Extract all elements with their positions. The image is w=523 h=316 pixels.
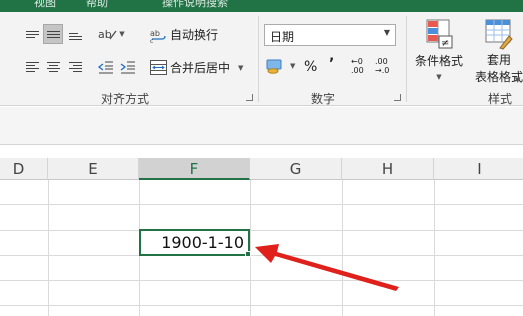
decrease-decimal-bottom: →.0 <box>375 66 390 75</box>
svg-text:ab: ab <box>98 28 112 41</box>
svg-text:c: c <box>150 38 153 43</box>
menu-tab-view[interactable]: 视图 <box>34 0 56 10</box>
percent-style-button[interactable]: % <box>304 59 317 75</box>
align-top-icon <box>25 29 39 40</box>
number-format-dropdown[interactable]: 日期 ▼ <box>264 24 396 46</box>
align-middle-icon <box>46 29 60 40</box>
orientation-button[interactable]: ab ▼ <box>96 24 126 44</box>
increase-decimal-bottom: .00 <box>351 66 364 75</box>
column-gridline <box>434 180 435 316</box>
column-gridline <box>250 180 251 316</box>
decrease-indent-button[interactable] <box>96 57 116 77</box>
row-gridline <box>0 305 523 306</box>
styles-group-label: 样式 <box>488 92 513 106</box>
align-center-icon <box>46 60 60 74</box>
row-gridline <box>0 280 523 281</box>
alignment-group-label: 对齐方式 <box>101 92 150 106</box>
alignment-dialog-launcher-icon[interactable] <box>246 94 253 101</box>
wrap-text-button[interactable]: ab c 自动换行 <box>150 26 218 43</box>
column-header-row: D E F G H I <box>0 158 523 180</box>
wrap-text-label: 自动换行 <box>170 28 219 42</box>
tell-me-search[interactable]: 操作说明搜索 <box>162 0 228 10</box>
wrap-text-icon: ab c <box>150 29 166 43</box>
chevron-down-icon: ▼ <box>515 76 521 84</box>
chevron-down-icon: ▼ <box>238 63 244 72</box>
number-format-value: 日期 <box>270 30 295 44</box>
column-header-i[interactable]: I <box>434 158 523 180</box>
column-header-g[interactable]: G <box>250 158 342 180</box>
align-top-button[interactable] <box>22 24 42 44</box>
merge-center-label: 合并后居中 <box>170 61 231 75</box>
menu-tab-help[interactable]: 帮助 <box>86 0 108 10</box>
svg-text:≠: ≠ <box>441 38 449 49</box>
accounting-format-icon <box>266 59 282 74</box>
format-as-table-icon <box>485 19 513 50</box>
decrease-indent-icon <box>98 61 113 74</box>
chevron-down-icon: ▼ <box>290 62 296 70</box>
row-gridline <box>0 255 523 256</box>
align-right-icon <box>68 60 82 74</box>
align-left-button[interactable] <box>22 57 42 77</box>
conditional-format-label: 条件格式 <box>414 54 463 68</box>
comma-icon: ’ <box>329 56 335 72</box>
increase-indent-button[interactable] <box>118 57 138 77</box>
increase-indent-icon <box>120 61 135 74</box>
worksheet-grid[interactable] <box>0 180 523 316</box>
row-gridline <box>0 230 523 231</box>
column-header-h[interactable]: H <box>342 158 434 180</box>
column-gridline <box>342 180 343 316</box>
percent-icon: % <box>304 59 318 75</box>
column-gridline <box>48 180 49 316</box>
align-bottom-button[interactable] <box>65 26 85 46</box>
chevron-down-icon: ▼ <box>383 28 390 37</box>
align-bottom-icon <box>68 31 82 42</box>
accounting-format-button[interactable]: ▼ <box>266 58 295 74</box>
number-group-label: 数字 <box>311 92 336 106</box>
format-as-table-label-1: 套用 <box>486 53 511 67</box>
chevron-down-icon: ▼ <box>119 30 125 38</box>
increase-decimal-button[interactable]: ←0 .00 <box>351 57 364 75</box>
comma-style-button[interactable]: ’ <box>329 56 334 72</box>
number-dialog-launcher-icon[interactable] <box>394 94 401 101</box>
align-middle-button[interactable] <box>43 24 63 44</box>
active-cell-f[interactable]: 1900-1-10 <box>139 229 250 256</box>
align-right-button[interactable] <box>65 57 85 77</box>
conditional-format-icon: ≠ <box>426 19 453 49</box>
chevron-down-icon: ▼ <box>436 73 442 81</box>
fill-handle[interactable] <box>245 251 251 257</box>
align-left-icon <box>25 60 39 74</box>
ribbon: ab ▼ ab c 自动换行 合并后居中 ▼ 对齐方式 日期 ▼ ▼ % ’ ←… <box>0 12 523 106</box>
merge-center-button[interactable]: 合并后居中 ▼ <box>150 59 243 76</box>
format-as-table-button[interactable]: 套用 表格格式 <box>468 18 523 85</box>
column-header-f[interactable]: F <box>139 158 250 180</box>
column-header-d[interactable]: D <box>0 158 48 180</box>
group-separator <box>258 16 259 102</box>
increase-decimal-top: ←0 <box>351 57 363 66</box>
svg-text:ab: ab <box>150 29 160 38</box>
orientation-icon: ab <box>98 28 117 41</box>
title-bar: 视图 帮助 操作说明搜索 <box>0 0 523 12</box>
conditional-format-button[interactable]: ≠ 条件格式 ▼ <box>412 18 466 81</box>
decrease-decimal-top: .00 <box>375 57 388 66</box>
formula-bar-area <box>0 107 523 145</box>
group-separator <box>406 16 407 102</box>
decrease-decimal-button[interactable]: .00 →.0 <box>375 57 389 75</box>
row-gridline <box>0 204 523 205</box>
merge-center-icon <box>150 60 167 75</box>
column-header-e[interactable]: E <box>48 158 139 180</box>
align-center-button[interactable] <box>43 57 63 77</box>
